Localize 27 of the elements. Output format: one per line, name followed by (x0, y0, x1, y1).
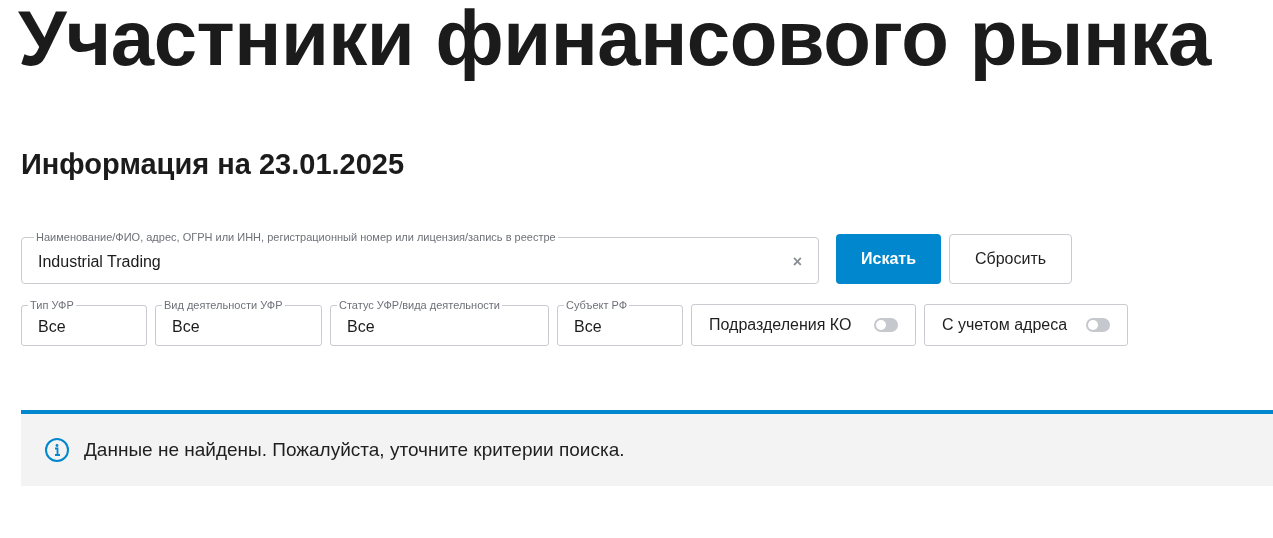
filter-label: Тип УФР (29, 298, 75, 312)
filter-label: Статус УФР/вида деятельности (338, 298, 501, 312)
reset-button[interactable]: Сбросить (949, 234, 1072, 284)
filter-select[interactable]: Статус УФР/вида деятельности Все (330, 298, 549, 346)
search-button[interactable]: Искать (836, 234, 941, 284)
filter-label: Субъект РФ (565, 298, 629, 312)
toggle-switch[interactable] (1086, 318, 1110, 332)
toggle-control[interactable]: С учетом адреса (924, 304, 1128, 346)
search-field-label: Наименование/ФИО, адрес, ОГРН или ИНН, регистрационный номер или лицензия/запись в реестре (35, 230, 557, 244)
filter-select[interactable]: Тип УФР Все (21, 298, 147, 346)
filter-select[interactable]: Субъект РФ Все (557, 298, 683, 346)
filter-value: Все (347, 316, 375, 337)
filter-select[interactable]: Вид деятельности УФР Все (155, 298, 322, 346)
search-field[interactable]: Наименование/ФИО, адрес, ОГРН или ИНН, регистрационный номер или лицензия/запись в реестре Industrial Trading × (21, 230, 819, 284)
toggle-label: С учетом адреса (942, 315, 1068, 335)
page-title: Участники финансового рынка (18, 0, 1213, 84)
filter-value: Все (574, 316, 602, 337)
search-value: Industrial Trading (38, 251, 162, 272)
toggle-label: Подразделения КО (709, 315, 852, 335)
info-icon (44, 437, 70, 463)
filter-value: Все (172, 316, 200, 337)
info-date-heading: Информация на 23.01.2025 (21, 147, 406, 182)
toggle-switch[interactable] (874, 318, 898, 332)
filter-value: Все (38, 316, 66, 337)
filter-label: Вид деятельности УФР (163, 298, 284, 312)
alert-message: Данные не найдены. Пожалуйста, уточните критерии поиска. (84, 437, 625, 462)
toggle-control[interactable]: Подразделения КО (691, 304, 916, 346)
